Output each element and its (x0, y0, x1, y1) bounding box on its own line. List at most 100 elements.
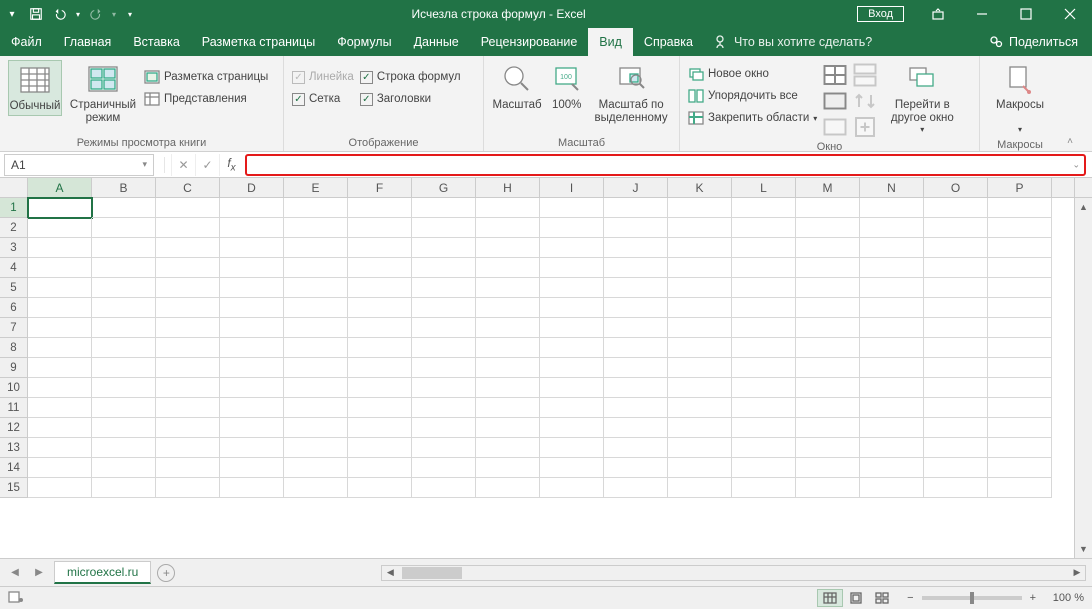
menu-help[interactable]: Справка (633, 28, 704, 56)
cell[interactable] (220, 358, 284, 378)
zoom-button[interactable]: Масштаб (492, 60, 542, 114)
cell[interactable] (156, 278, 220, 298)
menu-review[interactable]: Рецензирование (470, 28, 589, 56)
pagebreak-view-button[interactable]: Страничный режим (68, 60, 138, 127)
cell[interactable] (348, 318, 412, 338)
cell[interactable] (796, 298, 860, 318)
cell[interactable] (28, 218, 92, 238)
row-header[interactable]: 4 (0, 258, 28, 278)
menu-data[interactable]: Данные (403, 28, 470, 56)
cell[interactable] (348, 218, 412, 238)
cell[interactable] (92, 418, 156, 438)
customviews-button[interactable]: Представления (144, 88, 268, 110)
cell[interactable] (860, 358, 924, 378)
macros-button[interactable]: Макросы▾ (988, 60, 1052, 137)
cell[interactable] (92, 358, 156, 378)
cell[interactable] (348, 298, 412, 318)
cell[interactable] (92, 338, 156, 358)
cell[interactable] (220, 378, 284, 398)
menu-home[interactable]: Главная (53, 28, 123, 56)
arrange-button[interactable]: Упорядочить все (688, 85, 817, 107)
syncscroll-button[interactable] (853, 89, 877, 113)
cell[interactable] (28, 238, 92, 258)
cell[interactable] (28, 198, 92, 218)
cell[interactable] (732, 358, 796, 378)
cell[interactable] (220, 298, 284, 318)
cell[interactable] (412, 318, 476, 338)
cell[interactable] (668, 198, 732, 218)
cell[interactable] (540, 478, 604, 498)
cell[interactable] (28, 478, 92, 498)
normal-view-icon[interactable] (817, 589, 843, 607)
cell[interactable] (28, 438, 92, 458)
cell[interactable] (28, 398, 92, 418)
cell[interactable] (476, 198, 540, 218)
cell[interactable] (92, 278, 156, 298)
cell[interactable] (156, 238, 220, 258)
cell[interactable] (668, 478, 732, 498)
ruler-checkbox[interactable]: Линейка (292, 66, 354, 88)
column-header[interactable]: N (860, 178, 924, 197)
cell[interactable] (412, 198, 476, 218)
cell[interactable] (924, 418, 988, 438)
vertical-scrollbar[interactable]: ▲ ▼ (1074, 198, 1092, 558)
cell[interactable] (732, 378, 796, 398)
cell[interactable] (476, 338, 540, 358)
cell[interactable] (348, 198, 412, 218)
cell[interactable] (668, 278, 732, 298)
cell[interactable] (988, 278, 1052, 298)
cell[interactable] (476, 238, 540, 258)
cell[interactable] (220, 218, 284, 238)
scroll-down-icon[interactable]: ▼ (1075, 540, 1092, 558)
cell[interactable] (92, 398, 156, 418)
cell[interactable] (860, 278, 924, 298)
cell[interactable] (796, 318, 860, 338)
qat-dropdown-icon[interactable]: ▾ (4, 6, 20, 22)
cell[interactable] (348, 398, 412, 418)
cell[interactable] (28, 278, 92, 298)
cell[interactable] (540, 358, 604, 378)
cell[interactable] (540, 258, 604, 278)
cell[interactable] (988, 298, 1052, 318)
add-sheet-button[interactable]: + (157, 564, 175, 582)
cell[interactable] (220, 458, 284, 478)
cell[interactable] (476, 378, 540, 398)
zoom-in-icon[interactable]: + (1030, 592, 1036, 604)
cell[interactable] (156, 378, 220, 398)
cell[interactable] (988, 338, 1052, 358)
cell[interactable] (348, 238, 412, 258)
menu-file[interactable]: Файл (0, 28, 53, 56)
cell[interactable] (540, 378, 604, 398)
cell[interactable] (860, 238, 924, 258)
cell[interactable] (732, 318, 796, 338)
scroll-thumb[interactable] (402, 567, 462, 579)
row-header[interactable]: 5 (0, 278, 28, 298)
cell[interactable] (796, 218, 860, 238)
cell[interactable] (92, 318, 156, 338)
cell[interactable] (540, 198, 604, 218)
cell[interactable] (156, 258, 220, 278)
split-button[interactable] (823, 63, 847, 87)
cell[interactable] (732, 258, 796, 278)
column-header[interactable]: A (28, 178, 92, 197)
cell[interactable] (924, 358, 988, 378)
unhide-button[interactable] (823, 115, 847, 139)
cell[interactable] (156, 398, 220, 418)
cell[interactable] (412, 458, 476, 478)
cell[interactable] (732, 298, 796, 318)
cell[interactable] (92, 258, 156, 278)
formulabar-checkbox[interactable]: Строка формул (360, 66, 461, 88)
cell[interactable] (796, 338, 860, 358)
cell[interactable] (412, 478, 476, 498)
zoom-out-icon[interactable]: − (907, 592, 913, 604)
cell[interactable] (540, 458, 604, 478)
column-header[interactable]: O (924, 178, 988, 197)
cell[interactable] (412, 278, 476, 298)
row-header[interactable]: 6 (0, 298, 28, 318)
cell[interactable] (412, 338, 476, 358)
cell[interactable] (988, 318, 1052, 338)
cell[interactable] (156, 198, 220, 218)
share-button[interactable]: Поделиться (975, 28, 1092, 56)
cell[interactable] (476, 318, 540, 338)
cell[interactable] (860, 258, 924, 278)
